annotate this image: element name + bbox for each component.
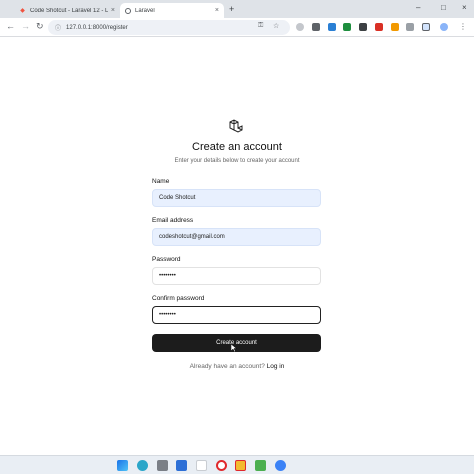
star-icon[interactable]: ☆ bbox=[273, 22, 279, 30]
close-window-button[interactable]: × bbox=[462, 3, 467, 12]
close-tab-icon[interactable]: × bbox=[111, 7, 115, 14]
app-icon[interactable] bbox=[235, 460, 246, 471]
arrow-right-icon[interactable]: → bbox=[21, 21, 30, 31]
extension-icon[interactable] bbox=[296, 23, 304, 31]
address-bar[interactable]: ⓘ 127.0.0.1:8000/register bbox=[48, 20, 290, 35]
laravel-favicon-icon: ◆ bbox=[20, 8, 25, 14]
confirm-password-label: Confirm password bbox=[152, 295, 205, 302]
terminal-icon[interactable] bbox=[157, 460, 168, 471]
name-label: Name bbox=[152, 178, 170, 185]
login-prompt-text: Already have an account? bbox=[189, 363, 265, 370]
maximize-button[interactable]: □ bbox=[441, 3, 446, 12]
extension-icon[interactable] bbox=[343, 23, 351, 31]
close-tab-icon[interactable]: × bbox=[215, 7, 219, 14]
extension-icon[interactable] bbox=[406, 23, 414, 31]
browser-tab-strip: ◆ Code Shotcut - Laravel 12 - Livewire ×… bbox=[0, 0, 474, 18]
laravel-logo-icon bbox=[229, 119, 243, 133]
puzzle-extensions-icon[interactable] bbox=[422, 23, 430, 31]
site-info-icon[interactable]: ⓘ bbox=[55, 23, 61, 32]
password-label: Password bbox=[152, 256, 181, 263]
tab-code-shotcut[interactable]: ◆ Code Shotcut - Laravel 12 - Livewire × bbox=[14, 3, 120, 18]
arrow-left-icon[interactable]: ← bbox=[6, 21, 15, 31]
url-text: 127.0.0.1:8000/register bbox=[66, 24, 128, 31]
windows-start-icon[interactable] bbox=[117, 460, 128, 471]
browser-toolbar: ← → ↻ ⓘ 127.0.0.1:8000/register ⚿ ☆ ⋮ bbox=[0, 18, 474, 37]
login-link[interactable]: Log in bbox=[267, 363, 285, 370]
tab-laravel[interactable]: Laravel × bbox=[120, 3, 224, 18]
tab-title: Code Shotcut - Laravel 12 - Livewire bbox=[30, 7, 108, 14]
extension-icon[interactable] bbox=[359, 23, 367, 31]
password-key-icon[interactable]: ⚿ bbox=[258, 22, 263, 30]
globe-favicon-icon bbox=[125, 7, 131, 14]
edge-browser-icon[interactable] bbox=[137, 460, 148, 471]
email-input[interactable]: codeshotcut@gmail.com bbox=[152, 228, 321, 246]
menu-kebab-icon[interactable]: ⋮ bbox=[459, 22, 467, 31]
page-title: Create an account bbox=[192, 141, 282, 153]
mouse-cursor-icon bbox=[231, 344, 237, 352]
store-icon[interactable] bbox=[176, 460, 187, 471]
explorer-icon[interactable] bbox=[196, 460, 207, 471]
extension-icon[interactable] bbox=[375, 23, 383, 31]
tab-title: Laravel bbox=[135, 7, 155, 14]
extension-icon[interactable] bbox=[312, 23, 320, 31]
email-label: Email address bbox=[152, 217, 194, 224]
page-subtitle: Enter your details below to create your … bbox=[174, 158, 300, 164]
login-prompt: Already have an account? Log in bbox=[0, 363, 474, 370]
new-tab-button[interactable]: + bbox=[229, 4, 234, 14]
extension-icon[interactable] bbox=[328, 23, 336, 31]
extension-icon[interactable] bbox=[391, 23, 399, 31]
email-value: codeshotcut@gmail.com bbox=[159, 234, 225, 240]
confirm-password-value: •••••••• bbox=[159, 312, 176, 318]
chrome-browser-icon[interactable] bbox=[275, 460, 286, 471]
password-input[interactable]: •••••••• bbox=[152, 267, 321, 285]
minimize-button[interactable]: – bbox=[416, 3, 420, 12]
password-value: •••••••• bbox=[159, 273, 176, 279]
profile-avatar-icon[interactable] bbox=[440, 23, 448, 31]
opera-browser-icon[interactable] bbox=[216, 460, 227, 471]
name-value: Code Shotcut bbox=[159, 195, 196, 201]
windows-taskbar bbox=[0, 455, 474, 474]
reload-icon[interactable]: ↻ bbox=[36, 21, 44, 32]
name-input[interactable]: Code Shotcut bbox=[152, 189, 321, 207]
app-icon[interactable] bbox=[255, 460, 266, 471]
confirm-password-input[interactable]: •••••••• bbox=[152, 306, 321, 324]
